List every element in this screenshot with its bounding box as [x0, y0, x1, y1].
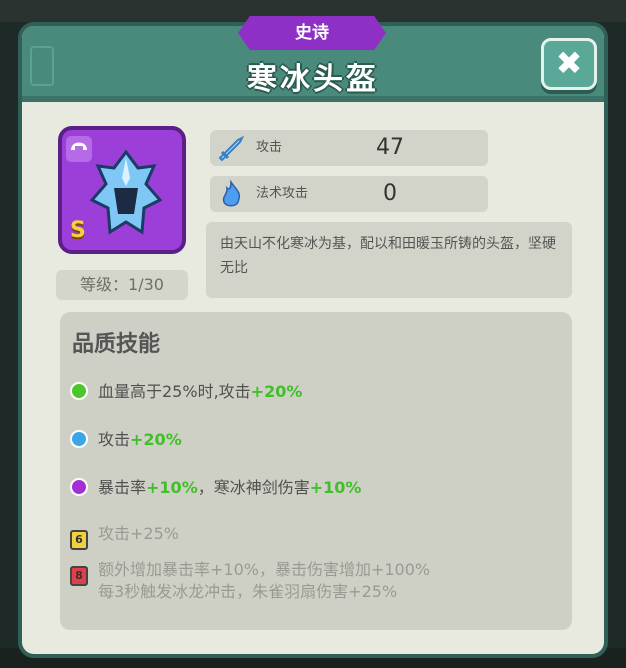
item-grade: S [70, 218, 86, 243]
skill-text: 攻击+25% [98, 524, 179, 543]
ice-helmet-icon [89, 149, 163, 235]
item-level: 等级：1/30 [56, 270, 188, 300]
sword-icon [218, 135, 245, 162]
lock-icon: 8 [70, 566, 88, 586]
skill-bonus: +20% [250, 382, 303, 401]
stat-row-magic-attack: 法术攻击 0 [210, 176, 488, 212]
skill-text: 血量高于25%时,攻击 [98, 382, 251, 401]
flame-icon [222, 180, 241, 207]
skill-bonus: +20% [130, 430, 182, 449]
stat-label: 法术攻击 [256, 186, 309, 201]
green-dot-icon [70, 382, 88, 400]
skill-text: 每3秒触发冰龙冲击，朱雀羽扇伤害+25% [98, 582, 398, 601]
blue-dot-icon [70, 430, 88, 448]
skill-purple: 暴击率+10%，寒冰神剑伤害+10% [70, 474, 361, 498]
rarity-badge: 史诗 [238, 16, 386, 50]
skill-text: ，寒冰神剑伤害 [197, 478, 310, 497]
item-icon-frame: S [58, 126, 186, 254]
skill-bonus: +10% [309, 478, 362, 497]
stat-value: 47 [376, 135, 404, 160]
purple-dot-icon [70, 478, 88, 496]
stat-label: 攻击 [256, 140, 283, 155]
skill-text: 暴击率 [98, 478, 147, 497]
close-icon: ✖ [555, 44, 583, 82]
skill-text: 额外增加暴击率+10%，暴击伤害增加+100% [98, 560, 431, 579]
lock-icon: 6 [70, 530, 88, 550]
skill-green: 血量高于25%时,攻击+20% [70, 378, 302, 402]
quality-skills-panel: 品质技能 血量高于25%时,攻击+20% 攻击+20% 暴击率+10%，寒冰神剑… [60, 312, 572, 630]
item-title: 寒冰头盔 [247, 62, 379, 97]
stat-row-attack: 攻击 47 [210, 130, 488, 166]
skill-text: 攻击 [98, 430, 131, 449]
item-description: 由天山不化寒冰为基，配以和田暖玉所铸的头盔，坚硬无比 [206, 222, 572, 298]
skill-locked-yellow: 6 攻击+25% [70, 520, 179, 550]
skill-locked-red-line2: 每3秒触发冰龙冲击，朱雀羽扇伤害+25% [98, 578, 397, 602]
close-button[interactable]: ✖ [541, 38, 597, 90]
skill-bonus: +10% [146, 478, 198, 497]
stat-value: 0 [383, 181, 397, 206]
skills-title: 品质技能 [72, 332, 161, 357]
skill-blue: 攻击+20% [70, 426, 182, 450]
